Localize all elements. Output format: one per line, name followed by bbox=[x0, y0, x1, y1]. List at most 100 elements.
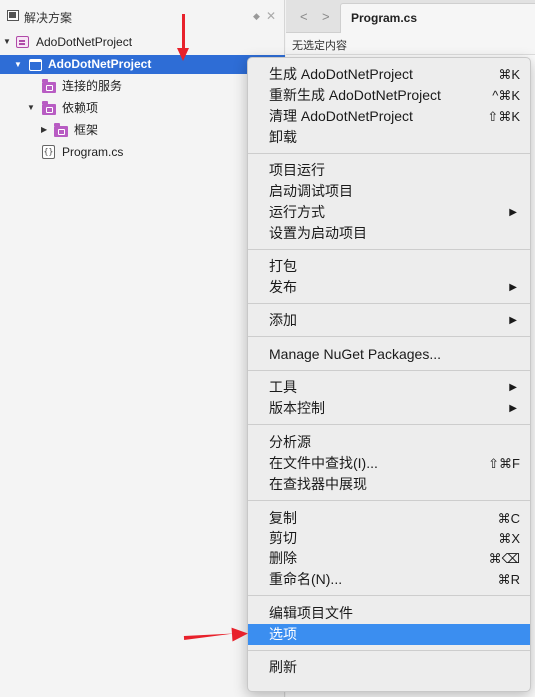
menu-item-analyze-source[interactable]: 分析源 bbox=[248, 432, 530, 453]
menu-item-find-in-files[interactable]: 在文件中查找(I)... ⇧⌘F bbox=[248, 453, 530, 474]
menu-separator bbox=[248, 249, 530, 250]
menu-separator bbox=[248, 500, 530, 501]
tree-item-connected-services[interactable]: 连接的服务 bbox=[0, 76, 285, 96]
submenu-arrow-icon: ▶ bbox=[509, 282, 517, 293]
menu-separator bbox=[248, 650, 530, 651]
tree-item-label: 依赖项 bbox=[62, 101, 99, 115]
tree-item-program-cs[interactable]: {} Program.cs bbox=[0, 142, 285, 162]
menu-separator bbox=[248, 424, 530, 425]
menu-item-label: 添加 bbox=[269, 312, 297, 328]
breadcrumb[interactable]: 无选定内容 bbox=[286, 33, 535, 55]
tab-label: Program.cs bbox=[351, 11, 418, 25]
tab-program-cs[interactable]: Program.cs bbox=[340, 3, 535, 33]
menu-item-label: 在文件中查找(I)... bbox=[269, 455, 378, 471]
menu-item-label: 启动调试项目 bbox=[269, 183, 353, 199]
menu-item-manage-nuget[interactable]: Manage NuGet Packages... bbox=[248, 344, 530, 365]
menu-item-label: Manage NuGet Packages... bbox=[269, 346, 441, 362]
forward-button[interactable]: > bbox=[322, 9, 330, 24]
menu-separator bbox=[248, 303, 530, 304]
submenu-arrow-icon: ▶ bbox=[509, 382, 517, 393]
submenu-arrow-icon: ▶ bbox=[509, 315, 517, 326]
menu-item-label: 在查找器中展现 bbox=[269, 476, 367, 492]
menu-item-label: 版本控制 bbox=[269, 400, 325, 416]
menu-item-label: 重命名(N)... bbox=[269, 571, 343, 587]
pin-icon[interactable]: ◆ bbox=[253, 11, 260, 22]
dependencies-folder-icon bbox=[42, 101, 56, 115]
menu-item-pack[interactable]: 打包 bbox=[248, 256, 530, 277]
menu-item-shortcut: ⌘⌫ bbox=[488, 551, 520, 566]
menu-item-label: 删除 bbox=[269, 550, 297, 566]
submenu-arrow-icon: ▶ bbox=[509, 207, 517, 218]
tree-item-label: Program.cs bbox=[62, 145, 124, 159]
menu-item-label: 生成 AdoDotNetProject bbox=[269, 66, 413, 82]
menu-item-shortcut: ⇧⌘K bbox=[487, 109, 520, 124]
menu-item-build[interactable]: 生成 AdoDotNetProject ⌘K bbox=[248, 64, 530, 85]
menu-item-label: 刷新 bbox=[269, 659, 297, 675]
menu-separator bbox=[248, 370, 530, 371]
menu-item-label: 复制 bbox=[269, 510, 297, 526]
services-folder-icon bbox=[42, 79, 56, 93]
menu-item-shortcut: ⌘C bbox=[497, 511, 520, 526]
menu-item-delete[interactable]: 删除 ⌘⌫ bbox=[248, 548, 530, 569]
menu-item-shortcut: ⌘K bbox=[498, 67, 520, 82]
menu-item-version-control[interactable]: 版本控制 ▶ bbox=[248, 398, 530, 419]
menu-item-label: 卸载 bbox=[269, 129, 297, 145]
menu-item-run-with[interactable]: 运行方式 ▶ bbox=[248, 202, 530, 223]
menu-item-shortcut: ^⌘K bbox=[492, 88, 520, 103]
menu-item-edit-project-file[interactable]: 编辑项目文件 bbox=[248, 603, 530, 624]
tree-item-label: AdoDotNetProject bbox=[36, 35, 133, 49]
menu-item-shortcut: ⌘R bbox=[497, 572, 520, 587]
menu-item-publish[interactable]: 发布 ▶ bbox=[248, 277, 530, 298]
frameworks-folder-icon bbox=[54, 123, 68, 137]
menu-item-rename[interactable]: 重命名(N)... ⌘R bbox=[248, 569, 530, 590]
solution-pad: 解决方案 ◆ ✕ ▼ AdoDotNetProject ▼ AdoDotNetP… bbox=[0, 0, 285, 697]
menu-item-refresh[interactable]: 刷新 bbox=[248, 657, 530, 678]
menu-separator bbox=[248, 595, 530, 596]
solution-pad-header: 解决方案 ◆ ✕ bbox=[0, 0, 285, 33]
menu-item-label: 分析源 bbox=[269, 434, 311, 450]
menu-item-shortcut: ⌘X bbox=[498, 531, 520, 546]
menu-item-run-project[interactable]: 项目运行 bbox=[248, 160, 530, 181]
menu-item-label: 运行方式 bbox=[269, 204, 325, 220]
menu-item-copy[interactable]: 复制 ⌘C bbox=[248, 508, 530, 529]
tree-item-frameworks[interactable]: ▶ 框架 bbox=[0, 120, 285, 140]
back-button[interactable]: < bbox=[300, 9, 308, 24]
tree-item-label: AdoDotNetProject bbox=[48, 57, 152, 71]
tab-bar: < > Program.cs bbox=[286, 0, 535, 33]
disclosure-right-icon[interactable]: ▶ bbox=[41, 120, 47, 140]
breadcrumb-label: 无选定内容 bbox=[292, 40, 347, 52]
menu-separator bbox=[248, 153, 530, 154]
project-icon bbox=[29, 59, 42, 71]
menu-separator bbox=[248, 336, 530, 337]
menu-item-unload[interactable]: 卸载 bbox=[248, 127, 530, 148]
menu-item-reveal-in-finder[interactable]: 在查找器中展现 bbox=[248, 474, 530, 495]
tree-item-label: 框架 bbox=[74, 123, 99, 137]
menu-item-label: 设置为启动项目 bbox=[269, 225, 367, 241]
menu-item-tools[interactable]: 工具 ▶ bbox=[248, 377, 530, 398]
solution-icon bbox=[16, 36, 29, 48]
menu-item-add[interactable]: 添加 ▶ bbox=[248, 310, 530, 331]
menu-item-label: 清理 AdoDotNetProject bbox=[269, 108, 413, 124]
disclosure-down-icon[interactable]: ▼ bbox=[14, 55, 22, 74]
menu-item-label: 工具 bbox=[269, 379, 297, 395]
disclosure-down-icon[interactable]: ▼ bbox=[3, 32, 11, 52]
menu-item-label: 重新生成 AdoDotNetProject bbox=[269, 87, 441, 103]
disclosure-down-icon[interactable]: ▼ bbox=[27, 98, 35, 118]
menu-item-label: 发布 bbox=[269, 279, 297, 295]
menu-item-clean[interactable]: 清理 AdoDotNetProject ⇧⌘K bbox=[248, 106, 530, 127]
menu-item-options[interactable]: 选项 bbox=[248, 624, 530, 645]
menu-item-start-debugging[interactable]: 启动调试项目 bbox=[248, 181, 530, 202]
menu-item-rebuild[interactable]: 重新生成 AdoDotNetProject ^⌘K bbox=[248, 85, 530, 106]
tree-item-project[interactable]: ▼ AdoDotNetProject bbox=[0, 55, 285, 74]
menu-item-set-startup[interactable]: 设置为启动项目 bbox=[248, 223, 530, 244]
menu-item-cut[interactable]: 剪切 ⌘X bbox=[248, 528, 530, 549]
csharp-file-icon: {} bbox=[42, 145, 55, 159]
menu-item-shortcut: ⇧⌘F bbox=[488, 456, 520, 471]
tree-item-label: 连接的服务 bbox=[62, 79, 123, 93]
menu-item-label: 选项 bbox=[269, 626, 297, 642]
tree-item-solution[interactable]: ▼ AdoDotNetProject bbox=[0, 32, 285, 52]
tree-item-dependencies[interactable]: ▼ 依赖项 bbox=[0, 98, 285, 118]
menu-item-label: 打包 bbox=[269, 258, 297, 274]
menu-item-label: 剪切 bbox=[269, 530, 297, 546]
close-icon[interactable]: ✕ bbox=[266, 9, 276, 23]
